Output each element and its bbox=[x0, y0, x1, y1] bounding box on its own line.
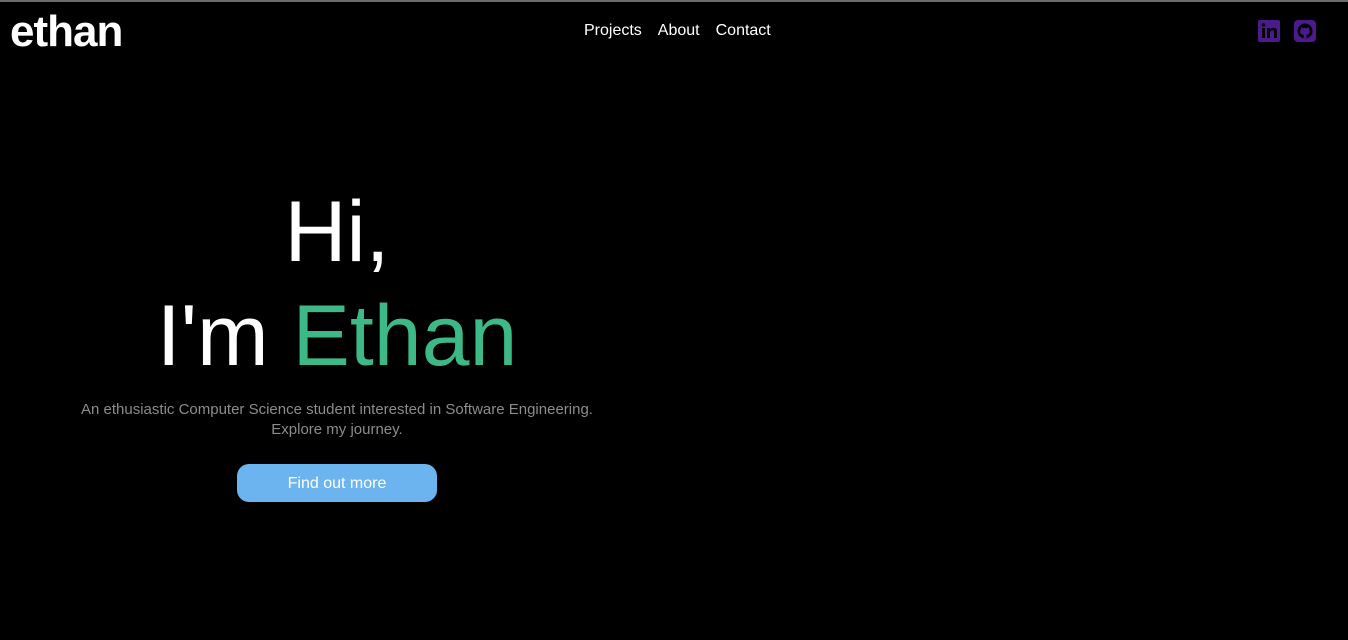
nav-link-about[interactable]: About bbox=[658, 20, 700, 42]
linkedin-icon[interactable] bbox=[1258, 20, 1280, 42]
nav-link-projects[interactable]: Projects bbox=[584, 20, 642, 42]
hero-tagline: An ethusiastic Computer Science student … bbox=[0, 400, 674, 440]
social-links bbox=[1258, 20, 1316, 42]
find-out-more-button[interactable]: Find out more bbox=[237, 464, 437, 502]
main-nav: Projects About Contact bbox=[584, 20, 771, 42]
window-top-border bbox=[0, 0, 1348, 2]
hero-tagline-line-2: Explore my journey. bbox=[271, 421, 403, 438]
page: ethan Projects About Contact Hi, I'm Eth… bbox=[0, 0, 1348, 640]
hero-tagline-line-1: An ethusiastic Computer Science student … bbox=[81, 401, 593, 418]
site-logo[interactable]: ethan bbox=[10, 4, 123, 60]
hero-greeting: Hi, bbox=[284, 184, 390, 280]
hero-intro-prefix: I'm bbox=[156, 288, 293, 384]
github-icon[interactable] bbox=[1294, 20, 1316, 42]
hero-intro: I'm Ethan bbox=[0, 284, 674, 388]
hero-section: Hi, I'm Ethan An ethusiastic Computer Sc… bbox=[0, 180, 674, 502]
hero-name: Ethan bbox=[292, 288, 518, 384]
nav-link-contact[interactable]: Contact bbox=[716, 20, 771, 42]
